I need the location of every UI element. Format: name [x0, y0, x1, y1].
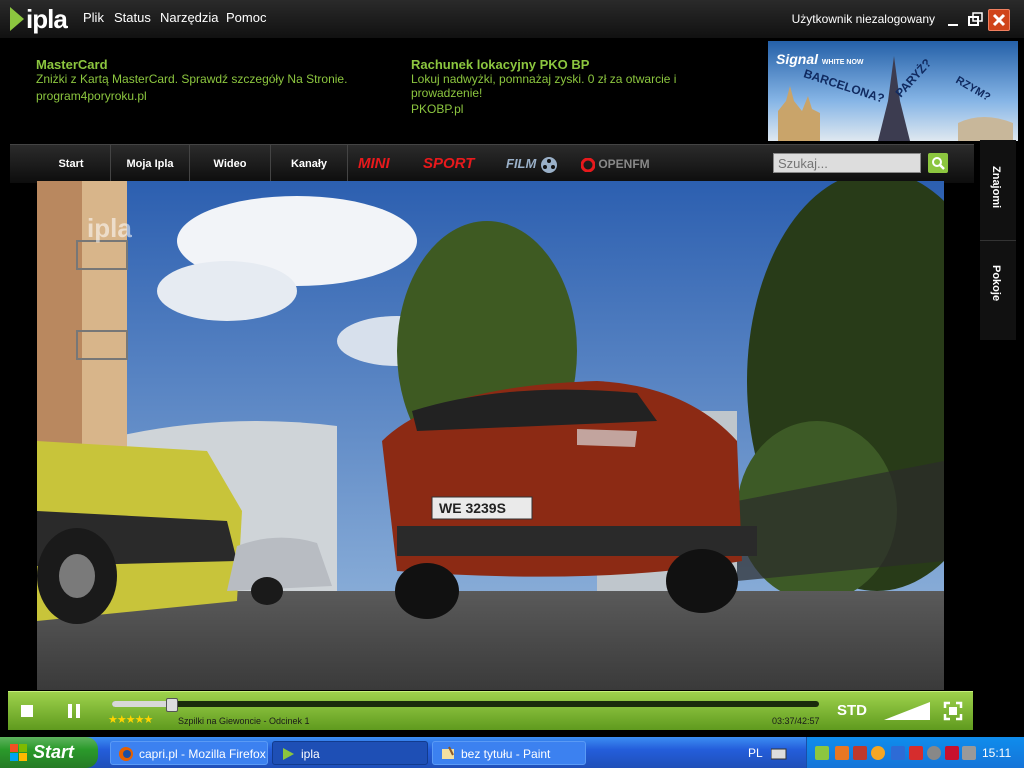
clock[interactable]: 15:11: [982, 746, 1011, 760]
ad-link[interactable]: program4poryroku.pl: [36, 89, 386, 103]
banner-ad[interactable]: Signal WHITE NOW BARCELONA? PARYŻ? RZYM?: [768, 41, 1018, 141]
channel-openfm[interactable]: OPENFM: [580, 145, 650, 183]
ad-text: Lokuj nadwyżki, pomnażaj zyski. 0 zł za …: [411, 72, 677, 100]
banner-brand: Signal WHITE NOW: [776, 51, 864, 67]
ad-link[interactable]: PKOBP.pl: [411, 102, 741, 116]
start-label: Start: [33, 742, 75, 762]
ipla-logo: ipla: [8, 4, 68, 34]
channel-openfm-label: OPENFM: [598, 157, 650, 171]
acrobat-icon[interactable]: [853, 746, 867, 760]
security-shield-icon[interactable]: [909, 746, 923, 760]
speaker-icon[interactable]: [927, 746, 941, 760]
nav-wideo[interactable]: Wideo: [190, 145, 271, 183]
menu-pomoc[interactable]: Pomoc: [226, 10, 266, 25]
network-icon[interactable]: [891, 746, 905, 760]
channel-film-label: FILM: [506, 156, 537, 171]
tray-app-icon[interactable]: [835, 746, 849, 760]
quality-button[interactable]: STD: [837, 702, 867, 719]
task-firefox[interactable]: capri.pl - Mozilla Firefox: [110, 741, 268, 765]
right-sidebar: Znajomi Pokoje: [980, 140, 1016, 340]
volume-slider[interactable]: [884, 700, 932, 722]
menu-plik[interactable]: Plik: [83, 10, 104, 25]
stop-icon[interactable]: [20, 704, 34, 718]
ad-title: Rachunek lokacyjny PKO BP: [411, 57, 590, 72]
timeline-track[interactable]: [112, 701, 819, 707]
search-icon: [932, 157, 945, 170]
ad-title: MasterCard: [36, 57, 108, 72]
film-reel-icon: [540, 156, 557, 173]
pause-icon[interactable]: [66, 703, 82, 719]
video-frame[interactable]: WE 3239S ipla: [37, 181, 944, 690]
timeline-progress: [112, 701, 171, 707]
menu-status[interactable]: Status: [114, 10, 151, 25]
keyboard-icon[interactable]: [770, 747, 787, 760]
video-scene: WE 3239S ipla: [37, 181, 944, 690]
task-label: ipla: [301, 747, 320, 761]
player-controls: ★★★★★ Szpilki na Giewoncie - Odcinek 1 0…: [8, 691, 973, 730]
language-indicator[interactable]: PL: [748, 746, 763, 760]
restore-icon[interactable]: [966, 10, 986, 30]
channel-mini[interactable]: MINI: [358, 145, 390, 183]
firefox-icon: [119, 747, 133, 761]
openfm-logo-icon: [580, 157, 596, 173]
windows-logo-icon: [10, 744, 27, 761]
tray-app3-icon[interactable]: [962, 746, 976, 760]
search-button[interactable]: [928, 153, 948, 173]
nav-kanaly[interactable]: Kanały: [271, 145, 348, 183]
paint-icon: [442, 746, 454, 759]
play-logo-icon: [10, 7, 24, 31]
minimize-icon[interactable]: [944, 10, 964, 30]
tab-pokoje[interactable]: Pokoje: [980, 241, 1016, 334]
ad-mastercard[interactable]: MasterCard Zniżki z Kartą MasterCard. Sp…: [36, 57, 386, 103]
ad-text: Zniżki z Kartą MasterCard. Sprawdź szcze…: [36, 72, 348, 86]
channel-sport[interactable]: SPORT: [423, 145, 474, 183]
ipla-tray-icon[interactable]: [815, 746, 829, 760]
start-button[interactable]: Start: [0, 737, 98, 768]
task-ipla[interactable]: ipla: [272, 741, 428, 765]
close-icon[interactable]: [988, 9, 1010, 31]
timeline-thumb[interactable]: [166, 698, 178, 712]
task-label: bez tytułu - Paint: [461, 747, 551, 761]
nav-moja-ipla[interactable]: Moja Ipla: [111, 145, 190, 183]
user-status[interactable]: Użytkownik niezalogowany: [792, 12, 935, 26]
task-paint[interactable]: bez tytułu - Paint: [432, 741, 586, 765]
menu-narzedzia[interactable]: Narzędzia: [160, 10, 219, 25]
license-plate: WE 3239S: [439, 500, 506, 516]
tray-app2-icon[interactable]: [945, 746, 959, 760]
channel-film[interactable]: FILM: [506, 145, 558, 183]
search-input[interactable]: [773, 153, 921, 173]
fullscreen-icon[interactable]: [943, 701, 963, 721]
tab-znajomi[interactable]: Znajomi: [980, 140, 1016, 241]
tab-pokoje-label: Pokoje: [990, 265, 1002, 302]
logo-text: ipla: [26, 4, 68, 34]
tab-znajomi-label: Znajomi: [990, 166, 1002, 209]
task-label: capri.pl - Mozilla Firefox: [139, 747, 266, 761]
tray-sun-icon[interactable]: [871, 746, 885, 760]
episode-title: Szpilki na Giewoncie - Odcinek 1: [178, 716, 310, 726]
ad-pko[interactable]: Rachunek lokacyjny PKO BP Lokuj nadwyżki…: [411, 57, 741, 116]
ipla-watermark: ipla: [87, 213, 132, 243]
ipla-icon: [283, 748, 294, 760]
time-readout: 03:37/42:57: [772, 716, 820, 726]
nav-start[interactable]: Start: [32, 145, 111, 183]
rating-stars[interactable]: ★★★★★: [108, 713, 153, 726]
nav-bar: Start Moja Ipla Wideo Kanały MINI SPORT …: [10, 144, 974, 183]
